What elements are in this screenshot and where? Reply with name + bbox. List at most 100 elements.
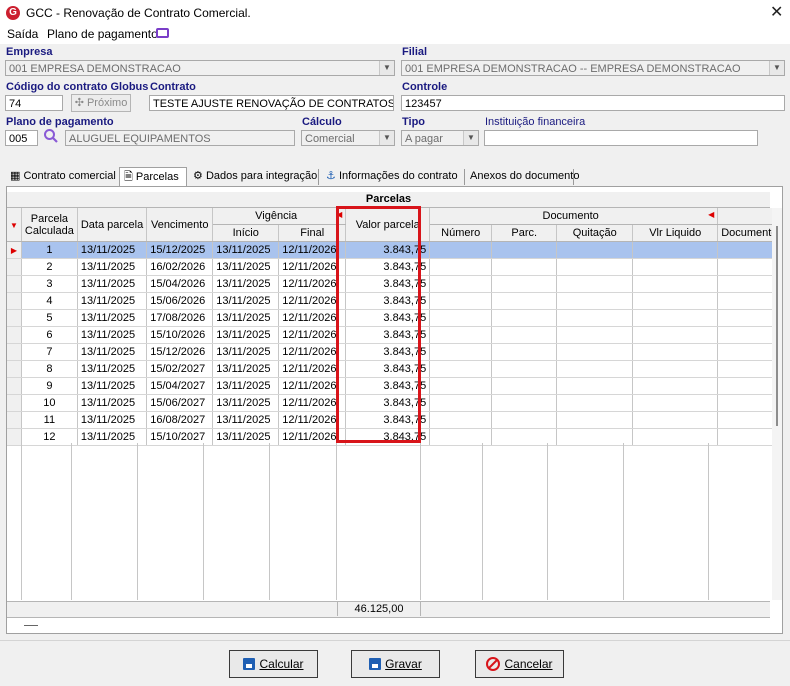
cell-quitacao[interactable]: [556, 377, 634, 395]
cell-vlr-liquido[interactable]: [632, 360, 719, 378]
cell-parc[interactable]: [491, 411, 558, 429]
row-indicator[interactable]: [7, 309, 22, 327]
collapse-left-icon[interactable]: ◀: [708, 210, 714, 219]
cell-inicio[interactable]: 13/11/2025: [212, 411, 280, 429]
col-data-parcela[interactable]: Data parcela: [77, 208, 148, 242]
row-indicator[interactable]: [7, 326, 22, 344]
panel-splitter[interactable]: [24, 625, 38, 626]
menu-item-saida[interactable]: Saída: [7, 27, 38, 41]
cell-numero[interactable]: [429, 292, 493, 310]
cell-vlr-liquido[interactable]: [632, 292, 719, 310]
cell-vlr-liquido[interactable]: [632, 258, 719, 276]
cell-vlr-liquido[interactable]: [632, 326, 719, 344]
cell-quitacao[interactable]: [556, 241, 634, 259]
cell-quitacao[interactable]: [556, 326, 634, 344]
instituicao-input[interactable]: [484, 130, 758, 146]
cell-inicio[interactable]: 13/11/2025: [212, 360, 280, 378]
cell-inicio[interactable]: 13/11/2025: [212, 292, 280, 310]
cell-numero[interactable]: [429, 343, 493, 361]
cell-numero[interactable]: [429, 309, 493, 327]
controle-input[interactable]: 123457: [401, 95, 785, 111]
col-inicio[interactable]: Início: [212, 224, 280, 242]
cell-quitacao[interactable]: [556, 411, 634, 429]
cell-parc[interactable]: [491, 292, 558, 310]
cell-inicio[interactable]: 13/11/2025: [212, 241, 280, 259]
col-vencimento[interactable]: Vencimento: [146, 208, 214, 242]
scrollbar-thumb[interactable]: [776, 226, 778, 426]
cell-numero[interactable]: [429, 394, 493, 412]
row-indicator[interactable]: ▶: [7, 241, 22, 259]
empresa-select[interactable]: 001 EMPRESA DEMONSTRACAO ▼: [5, 60, 395, 76]
tab-parcelas[interactable]: 🗎 Parcelas: [119, 167, 187, 186]
gravar-button[interactable]: Gravar: [351, 650, 440, 678]
cell-parcela[interactable]: 3: [21, 275, 78, 293]
row-indicator[interactable]: [7, 411, 22, 429]
cancelar-button[interactable]: Cancelar: [475, 650, 564, 678]
codigo-input[interactable]: 74: [5, 95, 63, 111]
chevron-down-icon[interactable]: ▼: [463, 131, 478, 145]
cell-parc[interactable]: [491, 258, 558, 276]
calcular-button[interactable]: Calcular: [229, 650, 318, 678]
cell-parc[interactable]: [491, 241, 558, 259]
cell-data-parcela[interactable]: 13/11/2025: [77, 241, 148, 259]
tab-anexos[interactable]: Anexos do documento: [466, 167, 579, 186]
cell-vencimento[interactable]: 15/06/2026: [146, 292, 214, 310]
cell-parcela[interactable]: 2: [21, 258, 78, 276]
cell-vencimento[interactable]: 15/04/2026: [146, 275, 214, 293]
cell-parcela[interactable]: 10: [21, 394, 78, 412]
cell-data-parcela[interactable]: 13/11/2025: [77, 326, 148, 344]
cell-data-parcela[interactable]: 13/11/2025: [77, 292, 148, 310]
tab-informacoes[interactable]: ⚓ Informações do contrato: [322, 167, 463, 186]
cell-data-parcela[interactable]: 13/11/2025: [77, 309, 148, 327]
cell-inicio[interactable]: 13/11/2025: [212, 343, 280, 361]
cell-parcela[interactable]: 5: [21, 309, 78, 327]
cell-inicio[interactable]: 13/11/2025: [212, 258, 280, 276]
col-group-documento[interactable]: Documento ◀: [429, 208, 719, 225]
cell-parcela[interactable]: 9: [21, 377, 78, 395]
chevron-down-icon[interactable]: ▼: [379, 61, 394, 75]
cell-vencimento[interactable]: 16/08/2027: [146, 411, 214, 429]
tipo-select[interactable]: A pagar ▼: [401, 130, 479, 146]
cell-vlr-liquido[interactable]: [632, 275, 719, 293]
cell-numero[interactable]: [429, 360, 493, 378]
tab-contrato-comercial[interactable]: ▦ Contrato comercial: [6, 167, 118, 186]
cell-vencimento[interactable]: 16/02/2026: [146, 258, 214, 276]
cell-vencimento[interactable]: 15/12/2026: [146, 343, 214, 361]
cell-quitacao[interactable]: [556, 360, 634, 378]
col-quitacao[interactable]: Quitação: [556, 224, 634, 242]
col-parcela[interactable]: Parcela Calculada: [21, 208, 78, 242]
col-numero[interactable]: Número: [429, 224, 493, 242]
cell-parc[interactable]: [491, 275, 558, 293]
row-indicator[interactable]: [7, 394, 22, 412]
row-indicator[interactable]: [7, 377, 22, 395]
cell-numero[interactable]: [429, 241, 493, 259]
cell-parc[interactable]: [491, 377, 558, 395]
cell-vencimento[interactable]: 15/04/2027: [146, 377, 214, 395]
cell-vencimento[interactable]: 15/06/2027: [146, 394, 214, 412]
cell-data-parcela[interactable]: 13/11/2025: [77, 377, 148, 395]
cell-numero[interactable]: [429, 377, 493, 395]
col-group-vigencia[interactable]: Vigência ◀: [212, 208, 347, 225]
monitor-icon[interactable]: [156, 28, 169, 38]
chevron-down-icon[interactable]: ▼: [379, 131, 394, 145]
cell-parcela[interactable]: 8: [21, 360, 78, 378]
col-parc[interactable]: Parc.: [491, 224, 558, 242]
cell-data-parcela[interactable]: 13/11/2025: [77, 343, 148, 361]
chevron-down-icon[interactable]: ▼: [769, 61, 784, 75]
row-indicator[interactable]: [7, 343, 22, 361]
cell-quitacao[interactable]: [556, 275, 634, 293]
cell-quitacao[interactable]: [556, 343, 634, 361]
cell-inicio[interactable]: 13/11/2025: [212, 326, 280, 344]
cell-parc[interactable]: [491, 309, 558, 327]
cell-quitacao[interactable]: [556, 258, 634, 276]
proximo-button[interactable]: ✣ Próximo: [71, 94, 131, 112]
cell-inicio[interactable]: 13/11/2025: [212, 309, 280, 327]
menu-item-plano-pagamento[interactable]: Plano de pagamento: [47, 27, 158, 41]
cell-parc[interactable]: [491, 326, 558, 344]
search-icon[interactable]: [43, 128, 59, 144]
cell-parcela[interactable]: 4: [21, 292, 78, 310]
cell-data-parcela[interactable]: 13/11/2025: [77, 360, 148, 378]
cell-inicio[interactable]: 13/11/2025: [212, 377, 280, 395]
col-vlr-liquido[interactable]: Vlr Liquido: [632, 224, 719, 242]
calculo-select[interactable]: Comercial ▼: [301, 130, 395, 146]
